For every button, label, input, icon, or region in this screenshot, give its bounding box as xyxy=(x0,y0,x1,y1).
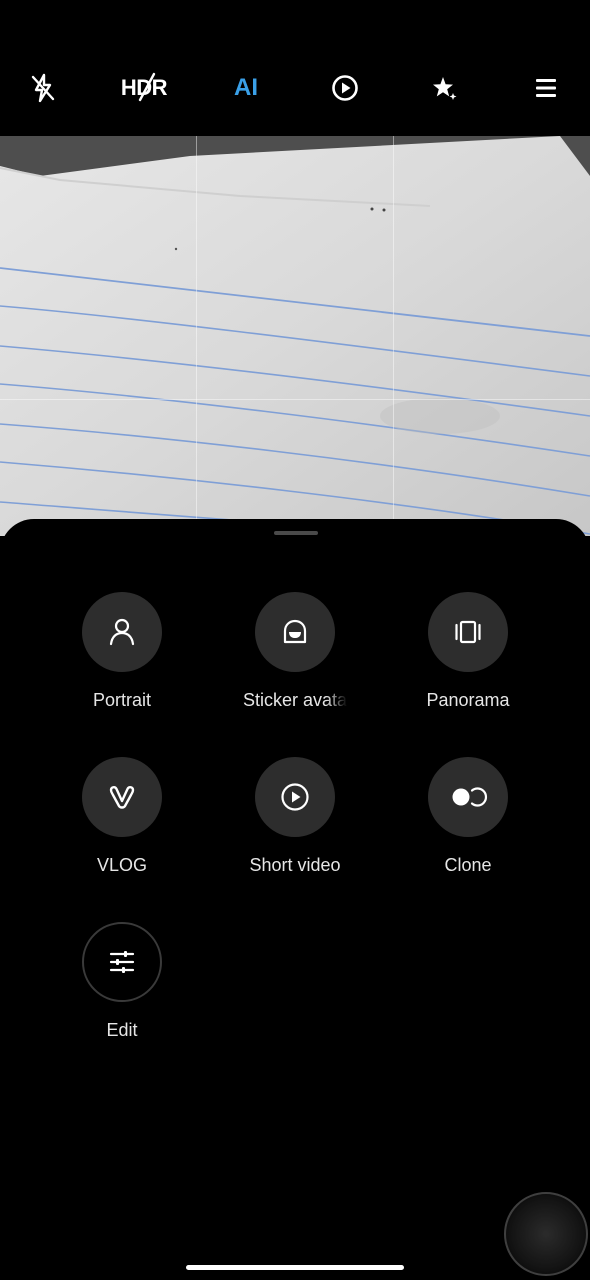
ai-label: AI xyxy=(234,74,258,101)
mode-vlog[interactable]: VLOG xyxy=(37,757,207,876)
portrait-icon xyxy=(82,592,162,672)
edit-sliders-icon xyxy=(82,922,162,1002)
ai-toggle[interactable]: AI xyxy=(224,68,268,108)
mode-label: Clone xyxy=(444,855,492,875)
mode-sticker-avatar[interactable]: Sticker avatar xyxy=(210,592,380,711)
mode-portrait[interactable]: Portrait xyxy=(37,592,207,711)
camera-top-toolbar: HDR AI xyxy=(0,0,590,136)
watermark-logo xyxy=(504,1192,588,1276)
mode-panorama[interactable]: Panorama xyxy=(383,592,553,711)
menu-icon[interactable] xyxy=(524,68,568,108)
mode-label: Sticker avatar xyxy=(243,690,347,710)
panorama-icon xyxy=(428,592,508,672)
flash-off-icon[interactable] xyxy=(21,68,65,108)
mode-label: Portrait xyxy=(92,690,152,710)
sticker-avatar-icon xyxy=(255,592,335,672)
mode-label: Short video xyxy=(249,855,341,875)
motion-photo-icon[interactable] xyxy=(323,68,367,108)
camera-viewfinder[interactable] xyxy=(0,136,590,536)
short-video-icon xyxy=(255,757,335,837)
home-indicator[interactable] xyxy=(186,1265,404,1270)
mode-clone[interactable]: Clone xyxy=(383,757,553,876)
more-modes-sheet: Portrait Sticker avatar Panorama VLOG Sh… xyxy=(0,519,590,1280)
mode-label: Panorama xyxy=(426,690,510,710)
mode-label: Edit xyxy=(106,1020,138,1040)
mode-label: VLOG xyxy=(96,855,148,875)
hdr-toggle[interactable]: HDR xyxy=(114,68,174,108)
mode-short-video[interactable]: Short video xyxy=(210,757,380,876)
vlog-icon xyxy=(82,757,162,837)
beauty-icon[interactable] xyxy=(423,68,467,108)
sheet-drag-handle[interactable] xyxy=(274,531,318,535)
clone-icon xyxy=(428,757,508,837)
mode-edit[interactable]: Edit xyxy=(37,922,207,1041)
